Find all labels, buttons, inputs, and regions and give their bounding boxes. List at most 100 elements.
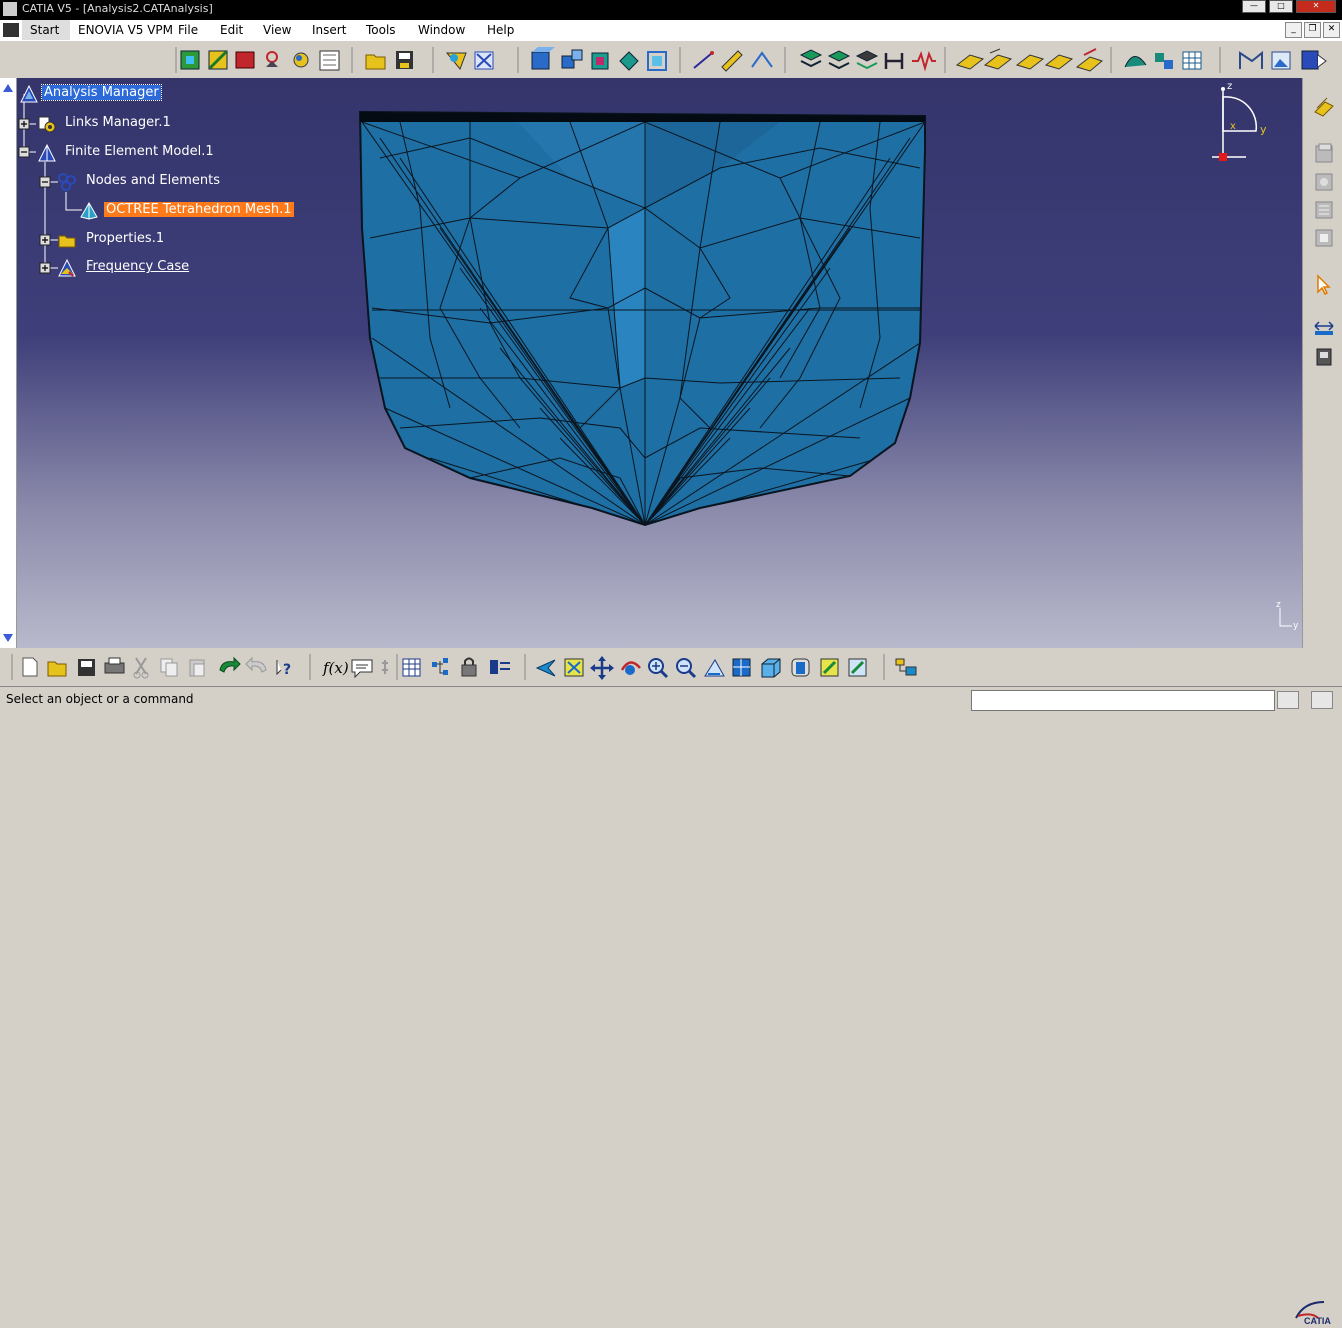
- maximize-icon[interactable]: □: [1269, 0, 1293, 13]
- menu-file[interactable]: File: [178, 23, 198, 37]
- compute-icon[interactable]: [445, 52, 467, 70]
- menu-tools[interactable]: Tools: [366, 23, 396, 37]
- spec-tree-icon[interactable]: [895, 658, 917, 676]
- lock-icon[interactable]: [461, 657, 477, 677]
- swap-icon[interactable]: [490, 660, 510, 674]
- save-doc-icon[interactable]: [78, 659, 95, 676]
- paste-icon[interactable]: [189, 659, 205, 677]
- tree-graph-icon[interactable]: [432, 658, 448, 675]
- plate-five-icon[interactable]: [1075, 48, 1104, 72]
- zoom-in-icon[interactable]: [648, 658, 669, 679]
- fit-all-icon[interactable]: [564, 658, 584, 677]
- network-icon[interactable]: [474, 51, 494, 70]
- tree-label-octree-mesh: OCTREE Tetrahedron Mesh.1: [104, 202, 294, 217]
- stack-two-icon[interactable]: [1313, 170, 1335, 192]
- print-icon[interactable]: [104, 657, 125, 674]
- menu-view[interactable]: View: [263, 23, 291, 37]
- status-button-two[interactable]: [1311, 691, 1333, 709]
- select-arrow-icon[interactable]: [1313, 274, 1335, 296]
- fly-icon[interactable]: [535, 659, 556, 677]
- zoom-out-icon[interactable]: [676, 658, 697, 679]
- surface-mesh-icon[interactable]: [208, 50, 228, 70]
- view-multi-icon[interactable]: [561, 49, 583, 69]
- plate-four-icon[interactable]: [1044, 54, 1074, 70]
- plate-one-icon[interactable]: [955, 54, 985, 70]
- book-icon[interactable]: [235, 51, 255, 69]
- plate-stack-icon[interactable]: [1313, 96, 1335, 118]
- menu-insert[interactable]: Insert: [312, 23, 346, 37]
- pencil-icon[interactable]: [721, 50, 743, 72]
- menu-start[interactable]: Start: [22, 20, 70, 40]
- menu-enovia[interactable]: ENOVIA V5 VPM: [78, 23, 173, 37]
- doc-minimize-icon[interactable]: _: [1285, 22, 1302, 38]
- triad-z-label: z: [1276, 600, 1281, 610]
- book-export-icon[interactable]: [1301, 50, 1327, 70]
- axis-icon[interactable]: [751, 51, 773, 68]
- menu-edit[interactable]: Edit: [220, 23, 243, 37]
- beam-icon[interactable]: [884, 53, 904, 69]
- status-button-one[interactable]: [1277, 691, 1299, 709]
- open-icon[interactable]: [47, 661, 67, 677]
- command-input[interactable]: [971, 690, 1275, 711]
- fit-frame-icon[interactable]: [647, 51, 667, 71]
- 3d-viewport[interactable]: Analysis Manager Links Manager.1 Finite …: [0, 78, 1302, 648]
- load-icon[interactable]: [293, 52, 309, 68]
- comment-icon[interactable]: [351, 659, 373, 679]
- shading-icon[interactable]: [619, 51, 639, 71]
- connect-icon[interactable]: [1155, 53, 1173, 69]
- stack-one-icon[interactable]: [1313, 142, 1335, 164]
- compass-widget[interactable]: z x y: [1210, 81, 1270, 163]
- view-cube-icon[interactable]: [531, 47, 555, 70]
- triad-y-label: y: [1293, 621, 1299, 631]
- shading-mode-icon[interactable]: [791, 658, 810, 677]
- menu-help[interactable]: Help: [487, 23, 514, 37]
- document-icon[interactable]: [3, 23, 19, 37]
- measure-icon[interactable]: [1313, 316, 1335, 338]
- swap-visible-icon[interactable]: [848, 658, 867, 677]
- pan-icon[interactable]: [590, 656, 614, 680]
- right-toolbar: [1302, 78, 1342, 648]
- multi-view-icon[interactable]: [732, 658, 751, 677]
- cut-icon[interactable]: [133, 657, 149, 679]
- render-cube-icon[interactable]: [591, 52, 609, 70]
- top-toolbar-icons: [175, 47, 1327, 73]
- close-icon[interactable]: ✕: [1296, 0, 1336, 13]
- layers-three-icon[interactable]: [855, 50, 879, 70]
- sensor-icon[interactable]: [1239, 50, 1263, 69]
- redo-icon[interactable]: [245, 656, 267, 673]
- plate-two-icon[interactable]: [983, 48, 1013, 70]
- table-icon[interactable]: [402, 658, 421, 677]
- help-whatsthis-icon[interactable]: ?: [276, 660, 291, 678]
- hide-show-icon[interactable]: [820, 658, 839, 677]
- new-document-icon[interactable]: [22, 657, 38, 677]
- restraint-icon[interactable]: [266, 51, 278, 67]
- doc-restore-icon[interactable]: ❐: [1304, 22, 1321, 38]
- clamp-icon[interactable]: [1313, 346, 1335, 368]
- formula-icon[interactable]: f(x): [322, 659, 349, 677]
- image-icon[interactable]: [1271, 51, 1291, 70]
- doc-close-icon[interactable]: ✕: [1323, 22, 1340, 38]
- surface-icon[interactable]: [1124, 56, 1147, 68]
- stack-four-icon[interactable]: [1313, 226, 1335, 248]
- layers-two-icon[interactable]: [827, 50, 851, 70]
- save-icon[interactable]: [396, 51, 413, 69]
- stack-three-icon[interactable]: [1313, 198, 1335, 220]
- minimize-icon[interactable]: —: [1242, 0, 1266, 13]
- open-folder-icon[interactable]: [365, 54, 386, 70]
- undo-icon[interactable]: [219, 656, 241, 673]
- rotate-icon[interactable]: [620, 661, 641, 675]
- normal-view-icon[interactable]: [704, 659, 725, 677]
- stack-layers-icon[interactable]: [799, 49, 823, 68]
- knowledge-icon[interactable]: [382, 660, 388, 674]
- compass-y-label: y: [1260, 123, 1267, 136]
- table-grid-icon[interactable]: [1182, 51, 1202, 70]
- tree-label-frequency-case: Frequency Case: [86, 259, 190, 274]
- line-icon[interactable]: [693, 51, 714, 69]
- spring-icon[interactable]: [912, 51, 936, 72]
- menu-window[interactable]: Window: [418, 23, 465, 37]
- mesh-tools-icon[interactable]: [180, 50, 200, 70]
- copy-icon[interactable]: [160, 658, 178, 677]
- plate-three-icon[interactable]: [1015, 54, 1045, 70]
- iso-view-icon[interactable]: [761, 658, 781, 678]
- grid-panel-icon[interactable]: [319, 50, 340, 71]
